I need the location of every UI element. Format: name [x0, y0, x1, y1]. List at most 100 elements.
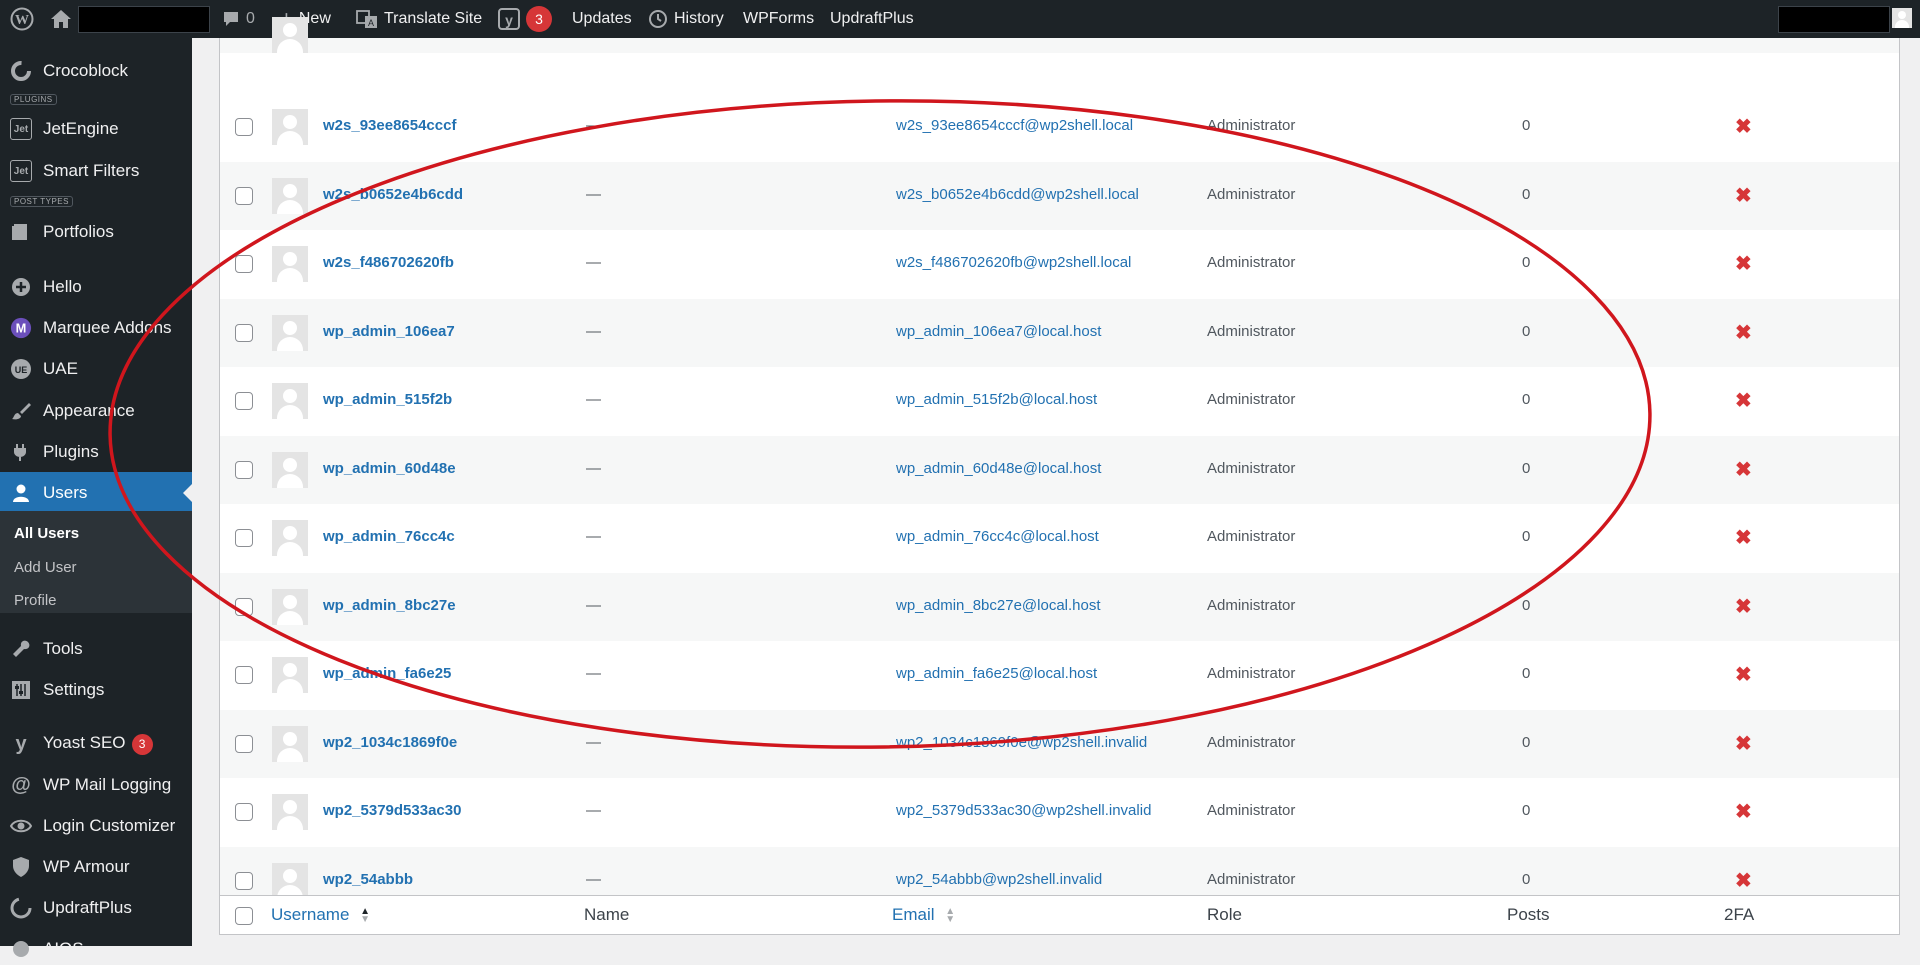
name-cell: — — [586, 733, 601, 751]
column-username-sort[interactable]: Username ▲ ▼ — [271, 905, 370, 925]
select-all-checkbox[interactable] — [235, 907, 253, 925]
menu-item-crocoblock[interactable]: Crocoblock — [0, 55, 192, 87]
menu-item-smart-filters[interactable]: Jet Smart Filters — [0, 155, 192, 187]
user-account-redacted[interactable] — [1778, 6, 1890, 33]
row-checkbox[interactable] — [235, 666, 253, 684]
username-link[interactable]: wp_admin_106ea7 — [323, 323, 455, 340]
menu-item-yoast-seo[interactable]: y Yoast SEO 3 — [0, 728, 192, 760]
menu-item-users[interactable]: Users — [0, 472, 192, 514]
row-checkbox[interactable] — [235, 529, 253, 547]
username-link[interactable]: w2s_b0652e4b6cdd — [323, 186, 463, 203]
submenu-add-user[interactable]: Add User — [14, 559, 77, 576]
home-icon[interactable] — [50, 0, 72, 38]
email-link[interactable]: wp2_1034c1869f0e@wp2shell.invalid — [896, 734, 1147, 751]
posts-count[interactable]: 0 — [1522, 117, 1530, 134]
svg-text:A: A — [368, 18, 374, 28]
row-checkbox[interactable] — [235, 323, 253, 342]
menu-item-appearance[interactable]: Appearance — [0, 395, 192, 427]
posts-count[interactable]: 0 — [1522, 871, 1530, 888]
menu-item-wp-armour[interactable]: WP Armour — [0, 851, 192, 883]
wpforms-link[interactable]: WPForms — [743, 0, 814, 38]
updates-link[interactable]: Updates — [572, 0, 632, 38]
menu-item-updraftplus[interactable]: UpdraftPlus — [0, 892, 192, 924]
row-checkbox[interactable] — [235, 803, 253, 821]
row-checkbox[interactable] — [235, 460, 253, 479]
menu-item-hello[interactable]: Hello — [0, 271, 192, 303]
email-link[interactable]: wp2_5379d533ac30@wp2shell.invalid — [896, 802, 1151, 819]
menu-label: Yoast SEO 3 — [43, 733, 153, 755]
posts-count[interactable]: 0 — [1522, 391, 1530, 408]
row-checkbox[interactable] — [235, 118, 253, 136]
avatar — [272, 862, 308, 899]
email-link[interactable]: wp_admin_fa6e25@local.host — [896, 665, 1097, 682]
username-link[interactable]: w2s_f486702620fb — [323, 254, 454, 271]
menu-item-jetengine[interactable]: Jet JetEngine — [0, 113, 192, 145]
username-link[interactable]: wp2_1034c1869f0e — [323, 734, 457, 751]
username-link[interactable]: wp_admin_8bc27e — [323, 597, 456, 614]
twofa-disabled-icon: ✖ — [1735, 116, 1752, 138]
email-link[interactable]: w2s_f486702620fb@wp2shell.local — [896, 254, 1131, 271]
posts-count[interactable]: 0 — [1522, 734, 1530, 751]
menu-item-wp-mail-logging[interactable]: @ WP Mail Logging — [0, 769, 192, 801]
email-link[interactable]: wp2_54abbb@wp2shell.invalid — [896, 871, 1102, 888]
twofa-disabled-icon: ✖ — [1735, 390, 1752, 412]
email-link[interactable]: wp_admin_106ea7@local.host — [896, 323, 1101, 340]
menu-item-portfolios[interactable]: Portfolios — [0, 216, 192, 248]
menu-item-tools[interactable]: Tools — [0, 633, 192, 665]
row-checkbox[interactable] — [235, 597, 253, 616]
username-link[interactable]: wp_admin_515f2b — [323, 391, 452, 408]
column-name: Name — [584, 905, 630, 924]
posts-count[interactable]: 0 — [1522, 186, 1530, 203]
site-name-redacted[interactable] — [78, 6, 210, 33]
submenu-all-users[interactable]: All Users — [14, 525, 79, 542]
row-checkbox[interactable] — [235, 186, 253, 205]
row-checkbox[interactable] — [235, 871, 253, 890]
username-link[interactable]: w2s_93ee8654cccf — [323, 117, 456, 134]
submenu-profile[interactable]: Profile — [14, 592, 57, 609]
username-link[interactable]: wp2_5379d533ac30 — [323, 802, 461, 819]
comments-link[interactable]: 0 — [222, 0, 255, 38]
menu-item-marquee-addons[interactable]: M Marquee Addons — [0, 312, 192, 344]
email-link[interactable]: w2s_93ee8654cccf@wp2shell.local — [896, 117, 1133, 134]
yoast-link[interactable]: y 3 — [498, 0, 552, 38]
column-email-sort[interactable]: Email ▲ ▼ — [892, 905, 955, 925]
email-link[interactable]: wp_admin_515f2b@local.host — [896, 391, 1097, 408]
menu-item-uae[interactable]: UE UAE — [0, 353, 192, 385]
email-link[interactable]: wp_admin_76cc4c@local.host — [896, 528, 1099, 545]
username-link[interactable]: wp_admin_60d48e — [323, 460, 456, 477]
user-avatar[interactable] — [1892, 8, 1912, 28]
row-checkbox[interactable] — [235, 734, 253, 753]
posts-count[interactable]: 0 — [1522, 597, 1530, 614]
history-link[interactable]: History — [648, 0, 724, 38]
menu-item-login-customizer[interactable]: Login Customizer — [0, 810, 192, 842]
posts-count[interactable]: 0 — [1522, 323, 1530, 340]
row-checkbox[interactable] — [235, 392, 253, 410]
email-link[interactable]: wp_admin_8bc27e@local.host — [896, 597, 1101, 614]
table-row: wp_admin_8bc27e — wp_admin_8bc27e@local.ho… — [220, 572, 1899, 641]
posts-count[interactable]: 0 — [1522, 528, 1530, 545]
posts-count[interactable]: 0 — [1522, 665, 1530, 682]
menu-label: WP Armour — [43, 857, 130, 876]
translate-site-link[interactable]: A Translate Site — [356, 0, 482, 38]
menu-item-settings[interactable]: Settings — [0, 674, 192, 706]
posts-count[interactable]: 0 — [1522, 802, 1530, 819]
table-row: wp_admin_fa6e25 — wp_admin_fa6e25@local.ho… — [220, 641, 1899, 709]
twofa-disabled-icon: ✖ — [1735, 253, 1752, 275]
wordpress-logo-icon[interactable]: W — [10, 0, 34, 38]
table-row: wp_admin_515f2b — wp_admin_515f2b@local.ho… — [220, 367, 1899, 435]
row-checkbox[interactable] — [235, 255, 253, 273]
updraftplus-link[interactable]: UpdraftPlus — [830, 0, 914, 38]
updraft-icon — [10, 897, 32, 919]
name-cell: — — [586, 870, 601, 888]
menu-item-aios[interactable]: AIOS — [0, 933, 192, 965]
username-link[interactable]: wp_admin_fa6e25 — [323, 665, 451, 682]
posts-count[interactable]: 0 — [1522, 254, 1530, 271]
email-link[interactable]: wp_admin_60d48e@local.host — [896, 460, 1101, 477]
role-cell: Administrator — [1207, 665, 1296, 682]
username-link[interactable]: wp2_54abbb — [323, 871, 413, 888]
menu-item-plugins[interactable]: Plugins — [0, 436, 192, 468]
email-link[interactable]: w2s_b0652e4b6cdd@wp2shell.local — [896, 186, 1139, 203]
yoast-notification-badge: 3 — [526, 6, 552, 32]
posts-count[interactable]: 0 — [1522, 460, 1530, 477]
username-link[interactable]: wp_admin_76cc4c — [323, 528, 455, 545]
